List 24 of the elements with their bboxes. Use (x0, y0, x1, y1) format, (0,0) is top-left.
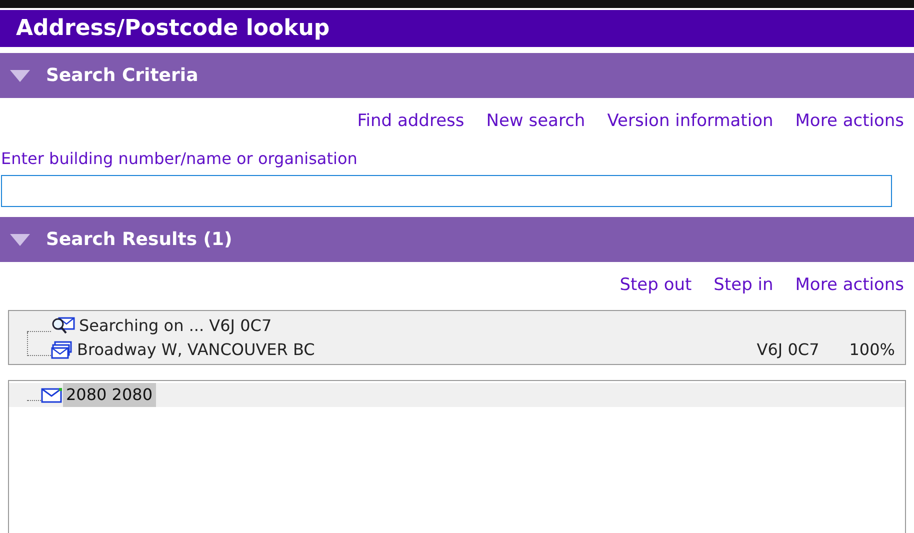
section-title: Search Results (1) (46, 228, 232, 252)
action-link[interactable]: Find address (357, 109, 464, 135)
tree-item[interactable]: Broadway W, VANCOUVER BC (77, 338, 315, 362)
tree-item[interactable]: Searching on ... V6J 0C7 (79, 314, 272, 338)
envelope-stack-icon (51, 340, 73, 358)
input-field[interactable] (1, 175, 892, 207)
action-link[interactable]: Step out (620, 273, 692, 299)
action-link[interactable]: More actions (795, 109, 904, 135)
result-item[interactable]: 2080 2080 (63, 383, 156, 407)
section-header[interactable]: Search Criteria (0, 53, 914, 98)
match-text: 100% (849, 338, 895, 360)
magnifier-envelope-icon (51, 316, 75, 334)
section-title: Search Criteria (46, 64, 198, 88)
action-link[interactable]: New search (486, 109, 586, 135)
action-link[interactable]: Version information (607, 109, 774, 135)
envelope-icon (41, 387, 63, 403)
section-header[interactable]: Search Results (1) (0, 217, 914, 262)
triangle-icon (10, 234, 30, 246)
action-link[interactable]: More actions (795, 273, 904, 299)
field-label: Enter building number/name or organisation (0, 148, 358, 170)
action-link[interactable]: Step in (714, 273, 774, 299)
window-title: Address/Postcode lookup (16, 15, 330, 43)
postcode-text: V6J 0C7 (756, 338, 820, 360)
triangle-icon (10, 70, 30, 82)
